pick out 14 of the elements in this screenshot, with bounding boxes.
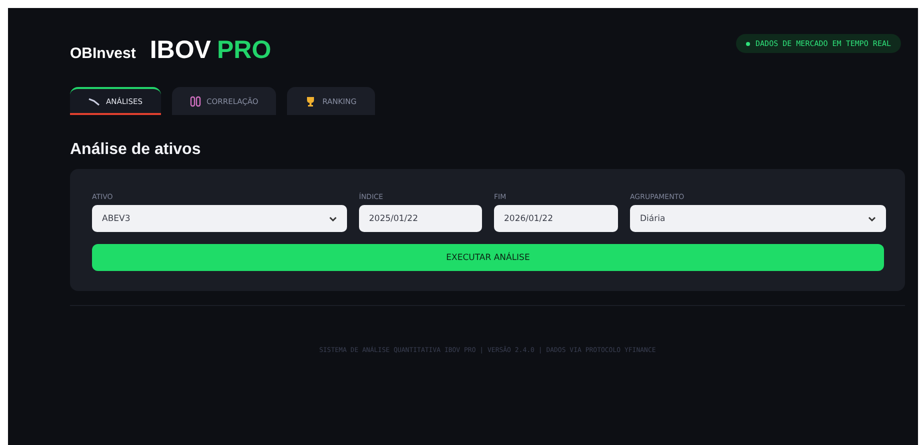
app-title-accent: PRO	[216, 36, 272, 65]
date-field[interactable]: 2026/01/22	[494, 205, 618, 232]
link-icon	[190, 96, 201, 106]
execute-button[interactable]: EXECUTAR ANÁLISE	[92, 244, 884, 271]
brand-logo: OBInvest	[70, 45, 136, 62]
section-title: Análise de ativos	[70, 141, 202, 159]
date-field[interactable]: 2025/01/22	[359, 205, 482, 232]
app-title: IBOV	[150, 36, 211, 65]
select-field[interactable]: ABEV3	[92, 205, 347, 232]
chevron-icon	[329, 216, 337, 222]
select-field[interactable]: Diária	[630, 205, 886, 232]
trend-line-icon	[88, 96, 100, 106]
chevron-icon	[868, 216, 876, 222]
trophy-icon	[305, 96, 316, 106]
